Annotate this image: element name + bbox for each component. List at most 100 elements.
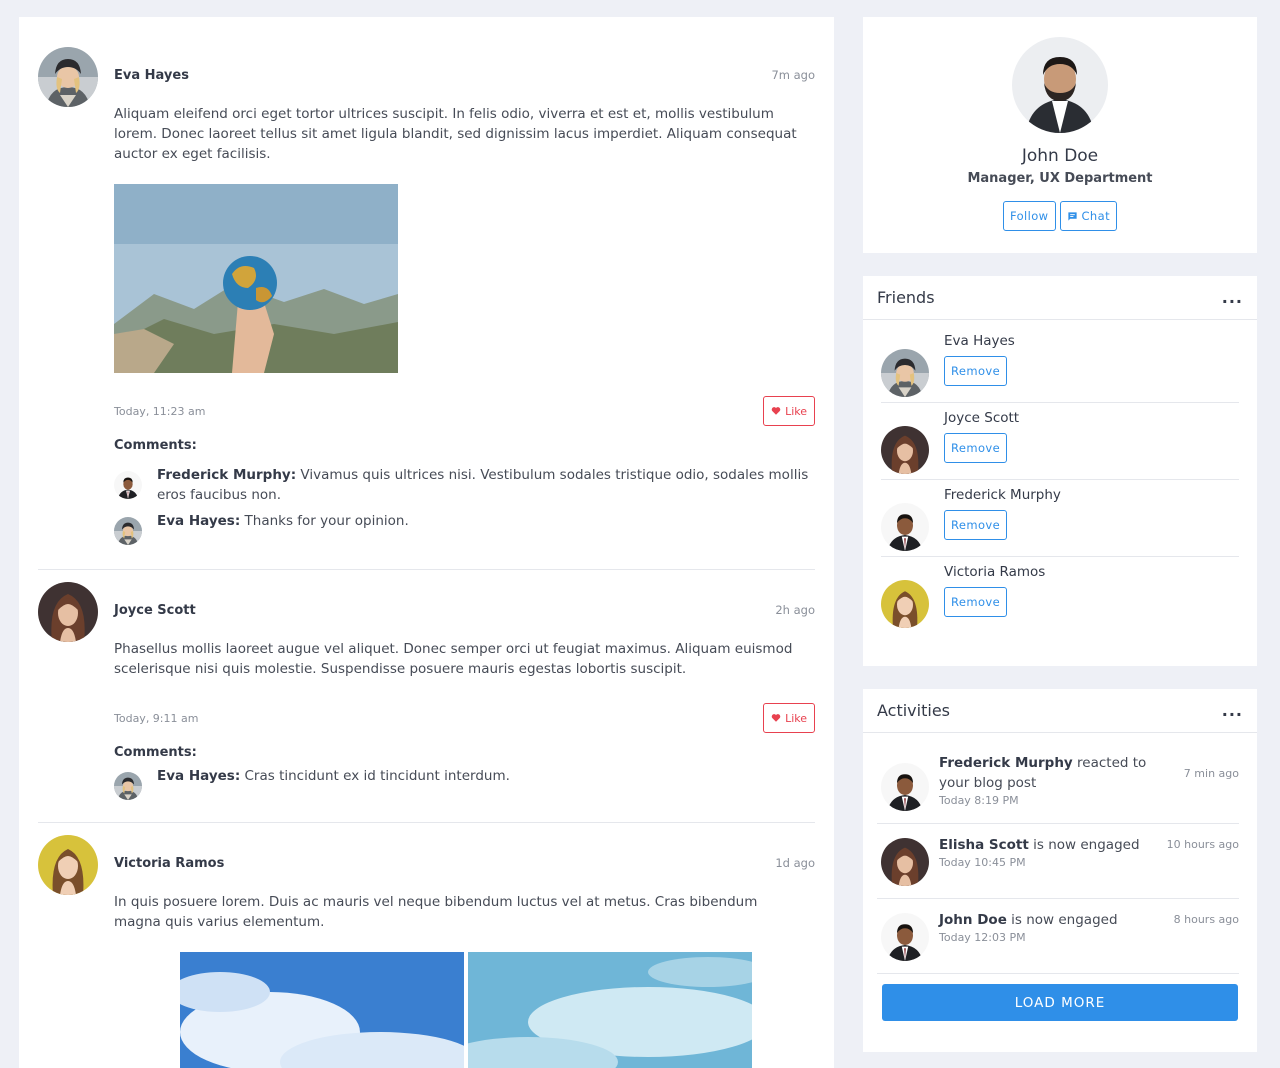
- comment-text: Frederick Murphy: Vivamus quis ultrices …: [157, 465, 815, 505]
- more-menu-icon[interactable]: ...: [1222, 702, 1243, 718]
- divider: [38, 822, 815, 823]
- activity-item: John Doe is now engaged Today 12:03 PM 8…: [877, 899, 1239, 974]
- friend-name[interactable]: Victoria Ramos: [944, 564, 1045, 580]
- activity-ago: 7 min ago: [1183, 767, 1239, 780]
- profile-name: John Doe: [1021, 146, 1099, 166]
- remove-button[interactable]: Remove: [944, 356, 1008, 386]
- comments-title: Comments:: [114, 745, 197, 760]
- feed-card: Eva Hayes 7m ago Aliquam eleifend orci e…: [19, 17, 834, 1068]
- profile-card: John Doe Manager, UX Department Follow C…: [863, 17, 1257, 253]
- friend-item: Frederick Murphy Remove: [881, 480, 1239, 557]
- avatar[interactable]: [38, 47, 98, 107]
- activity-item: Frederick Murphy reacted to your blog po…: [877, 733, 1239, 824]
- activity-user[interactable]: Elisha Scott: [939, 837, 1029, 853]
- comment-text: Eva Hayes: Thanks for your opinion.: [157, 511, 409, 545]
- remove-label: Remove: [951, 441, 1001, 455]
- avatar[interactable]: [881, 838, 929, 886]
- remove-button[interactable]: Remove: [944, 587, 1008, 617]
- friends-card: Friends ... Eva Hayes Remove Joyce Scott…: [863, 276, 1257, 666]
- comments-title: Comments:: [114, 438, 197, 453]
- heart-icon: [771, 714, 781, 722]
- card-title: Activities: [877, 701, 950, 720]
- remove-button[interactable]: Remove: [944, 433, 1008, 463]
- avatar[interactable]: [1012, 37, 1108, 133]
- like-label: Like: [785, 404, 807, 418]
- avatar[interactable]: [881, 426, 929, 474]
- post-time-ago: 2h ago: [775, 603, 815, 617]
- friend-item: Joyce Scott Remove: [881, 403, 1239, 480]
- follow-label: Follow: [1010, 209, 1049, 223]
- post-gallery: [180, 952, 815, 1068]
- post-image[interactable]: [180, 952, 464, 1068]
- post-time-ago: 1d ago: [775, 856, 815, 870]
- post-timestamp: Today, 11:23 am: [114, 404, 206, 418]
- comment-body: Cras tincidunt ex id tincidunt interdum.: [240, 768, 510, 784]
- avatar[interactable]: [881, 763, 929, 811]
- more-menu-icon[interactable]: ...: [1222, 289, 1243, 305]
- chat-icon: [1067, 211, 1077, 221]
- avatar[interactable]: [38, 835, 98, 895]
- activity-ago: 8 hours ago: [1173, 913, 1239, 926]
- avatar[interactable]: [881, 913, 929, 961]
- like-button[interactable]: Like: [763, 396, 815, 426]
- activity-item: Elisha Scott is now engaged Today 10:45 …: [877, 824, 1239, 899]
- avatar[interactable]: [881, 580, 929, 628]
- post: Victoria Ramos 1d ago In quis posuere lo…: [38, 835, 815, 1068]
- comment: Eva Hayes: Thanks for your opinion.: [114, 513, 815, 545]
- friend-item: Eva Hayes Remove: [881, 326, 1239, 403]
- avatar[interactable]: [114, 517, 142, 545]
- remove-label: Remove: [951, 518, 1001, 532]
- activity-time: Today 8:19 PM: [939, 794, 1019, 807]
- chat-button[interactable]: Chat: [1059, 201, 1117, 231]
- friend-name[interactable]: Frederick Murphy: [944, 487, 1061, 503]
- post-text: In quis posuere lorem. Duis ac mauris ve…: [114, 894, 758, 930]
- avatar[interactable]: [881, 503, 929, 551]
- comment: Eva Hayes: Cras tincidunt ex id tincidun…: [114, 768, 815, 800]
- friend-name[interactable]: Joyce Scott: [944, 410, 1019, 426]
- post-text: Phasellus mollis laoreet augue vel aliqu…: [114, 641, 793, 677]
- comment-author[interactable]: Eva Hayes:: [157, 768, 240, 784]
- post-author[interactable]: Victoria Ramos: [114, 856, 224, 871]
- heart-icon: [771, 407, 781, 415]
- friend-item: Victoria Ramos Remove: [881, 557, 1239, 634]
- load-more-button[interactable]: LOAD MORE: [882, 984, 1238, 1021]
- like-label: Like: [785, 711, 807, 725]
- post: Eva Hayes 7m ago Aliquam eleifend orci e…: [38, 47, 815, 545]
- comment-author[interactable]: Eva Hayes:: [157, 513, 240, 529]
- remove-label: Remove: [951, 364, 1001, 378]
- avatar[interactable]: [38, 582, 98, 642]
- post-time-ago: 7m ago: [771, 68, 815, 82]
- activity-user[interactable]: Frederick Murphy: [939, 755, 1073, 771]
- remove-label: Remove: [951, 595, 1001, 609]
- post-image[interactable]: [468, 952, 752, 1068]
- avatar[interactable]: [114, 772, 142, 800]
- friend-name[interactable]: Eva Hayes: [944, 333, 1015, 349]
- post-author[interactable]: Joyce Scott: [114, 603, 196, 618]
- activity-ago: 10 hours ago: [1166, 838, 1239, 851]
- divider: [38, 569, 815, 570]
- post-timestamp: Today, 9:11 am: [114, 711, 199, 725]
- comment-text: Eva Hayes: Cras tincidunt ex id tincidun…: [157, 766, 510, 800]
- activity-action: is now engaged: [1006, 912, 1118, 928]
- card-title: Friends: [877, 288, 935, 307]
- comment-body: Thanks for your opinion.: [240, 513, 409, 529]
- chat-label: Chat: [1081, 209, 1110, 223]
- avatar[interactable]: [881, 349, 929, 397]
- comment: Frederick Murphy: Vivamus quis ultrices …: [114, 467, 815, 505]
- avatar[interactable]: [114, 471, 142, 499]
- follow-button[interactable]: Follow: [1003, 201, 1056, 231]
- post: Joyce Scott 2h ago Phasellus mollis laor…: [38, 582, 815, 800]
- activity-text: John Doe is now engaged: [939, 910, 1198, 930]
- profile-role: Manager, UX Department: [967, 171, 1153, 186]
- activity-action: is now engaged: [1028, 837, 1140, 853]
- remove-button[interactable]: Remove: [944, 510, 1008, 540]
- post-image[interactable]: [114, 184, 398, 373]
- post-text: Aliquam eleifend orci eget tortor ultric…: [114, 106, 797, 162]
- activities-card: Activities ... Frederick Murphy reacted …: [863, 689, 1257, 1052]
- activity-user[interactable]: John Doe: [939, 912, 1007, 928]
- like-button[interactable]: Like: [763, 703, 815, 733]
- activity-time: Today 12:03 PM: [939, 931, 1026, 944]
- post-author[interactable]: Eva Hayes: [114, 68, 189, 83]
- comment-author[interactable]: Frederick Murphy:: [157, 467, 296, 483]
- activity-time: Today 10:45 PM: [939, 856, 1026, 869]
